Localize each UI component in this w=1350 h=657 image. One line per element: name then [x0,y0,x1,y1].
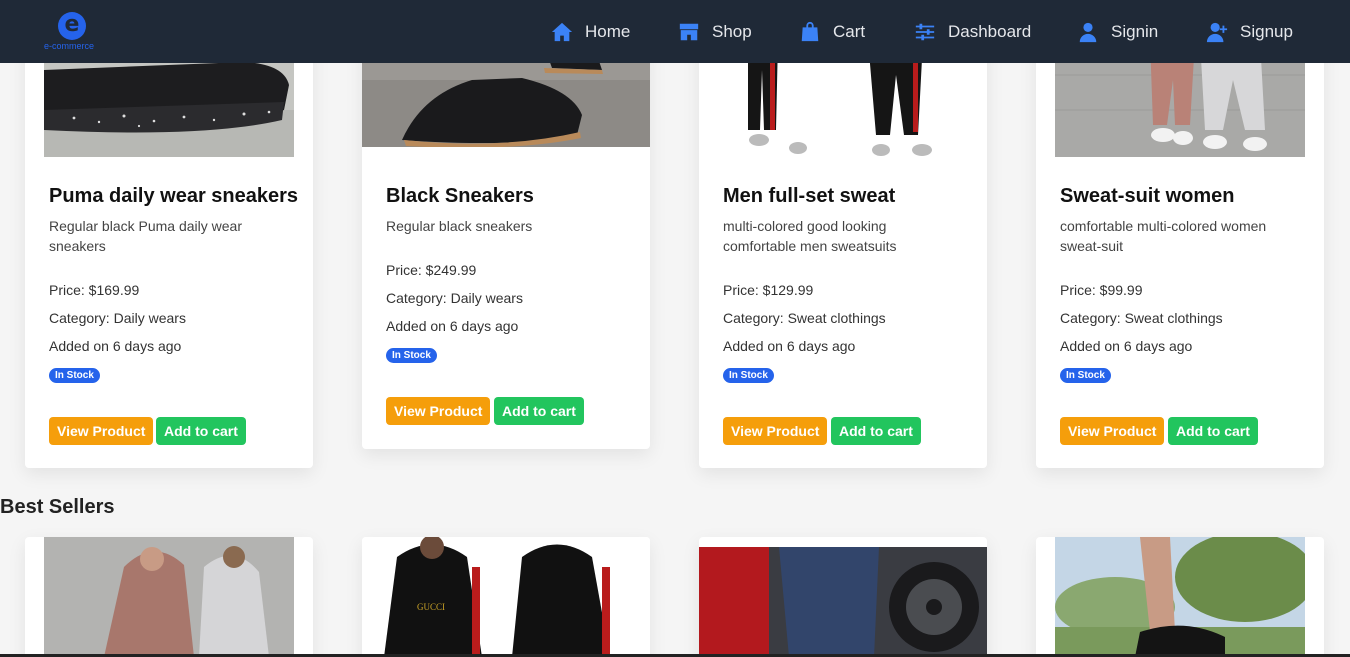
nav-cart-label: Cart [833,22,866,41]
product-category: Category: Sweat clothings [1060,310,1223,326]
bag-icon [801,21,819,42]
nav-signup[interactable]: Signup [1206,18,1293,46]
sliders-icon [915,23,935,41]
product-title[interactable]: Sweat-suit women [1060,185,1234,208]
gucci-logo-text: GUCCI [417,602,445,612]
best-seller-card [1036,537,1324,657]
shop-icon [679,23,699,41]
product-added: Added on 6 days ago [723,338,856,354]
product-category: Category: Sweat clothings [723,310,886,326]
brand-logo[interactable]: e e-commerce [44,12,104,52]
product-description: Regular black sneakers [386,218,533,234]
add-to-cart-button[interactable]: Add to cart [831,417,921,445]
navbar: e e-commerce Home Shop Cart Dashboard Si… [0,0,1350,63]
product-category: Category: Daily wears [386,290,523,306]
view-product-button[interactable]: View Product [1060,417,1165,445]
product-price: Price: $99.99 [1060,282,1143,298]
logo-mark: e [58,12,86,40]
product-price: Price: $249.99 [386,262,477,278]
nav-home[interactable]: Home [551,18,630,46]
view-product-button[interactable]: View Product [49,417,154,445]
nav-shop[interactable]: Shop [678,18,752,46]
product-added: Added on 6 days ago [49,338,182,354]
nav-shop-label: Shop [712,22,752,41]
product-card: Men full-set sweat multi-colored good lo… [699,40,987,468]
view-product-button[interactable]: View Product [723,417,828,445]
product-title[interactable]: Men full-set sweat [723,185,895,208]
product-price: Price: $129.99 [723,282,814,298]
add-to-cart-button[interactable]: Add to cart [494,397,584,425]
best-seller-card: GUCCI [362,537,650,657]
view-product-button[interactable]: View Product [386,397,491,425]
product-price: Price: $169.99 [49,282,140,298]
product-card: Sweat-suit women comfortable multi-color… [1036,40,1324,468]
product-card: Black Sneakers Regular black sneakers Pr… [362,40,650,449]
logo-text: e-commerce [44,41,95,51]
product-description: comfortable multi-colored women sweat-su… [1060,218,1267,254]
stock-badge: In Stock [49,368,100,383]
product-title[interactable]: Black Sneakers [386,185,534,208]
product-image[interactable] [1055,537,1305,657]
best-sellers-heading: Best Sellers [0,496,115,518]
product-description: Regular black Puma daily wear sneakers [49,218,242,254]
stock-badge: In Stock [723,368,774,383]
user-icon [1079,22,1097,43]
nav-dashboard-label: Dashboard [948,22,1032,41]
nav-home-label: Home [585,22,631,41]
product-image[interactable]: GUCCI [362,537,650,657]
add-to-cart-button[interactable]: Add to cart [156,417,246,445]
nav-signin[interactable]: Signin [1077,18,1158,46]
product-added: Added on 6 days ago [386,318,519,334]
home-icon [551,22,573,42]
product-card: Puma daily wear sneakers Regular black P… [25,40,313,468]
nav-dashboard[interactable]: Dashboard [914,18,1031,46]
product-image[interactable] [699,547,987,657]
add-to-cart-button[interactable]: Add to cart [1168,417,1258,445]
stock-badge: In Stock [386,348,437,363]
nav-signin-label: Signin [1111,22,1159,41]
best-seller-card [25,537,313,657]
stock-badge: In Stock [1060,368,1111,383]
best-seller-card [699,537,987,657]
product-category: Category: Daily wears [49,310,186,326]
nav-cart[interactable]: Cart [799,18,865,46]
product-title[interactable]: Puma daily wear sneakers [49,185,298,208]
product-description: multi-colored good looking comfortable m… [723,218,897,254]
product-added: Added on 6 days ago [1060,338,1193,354]
product-image[interactable] [44,537,294,657]
nav-signup-label: Signup [1240,22,1293,41]
user-plus-icon [1206,22,1228,43]
